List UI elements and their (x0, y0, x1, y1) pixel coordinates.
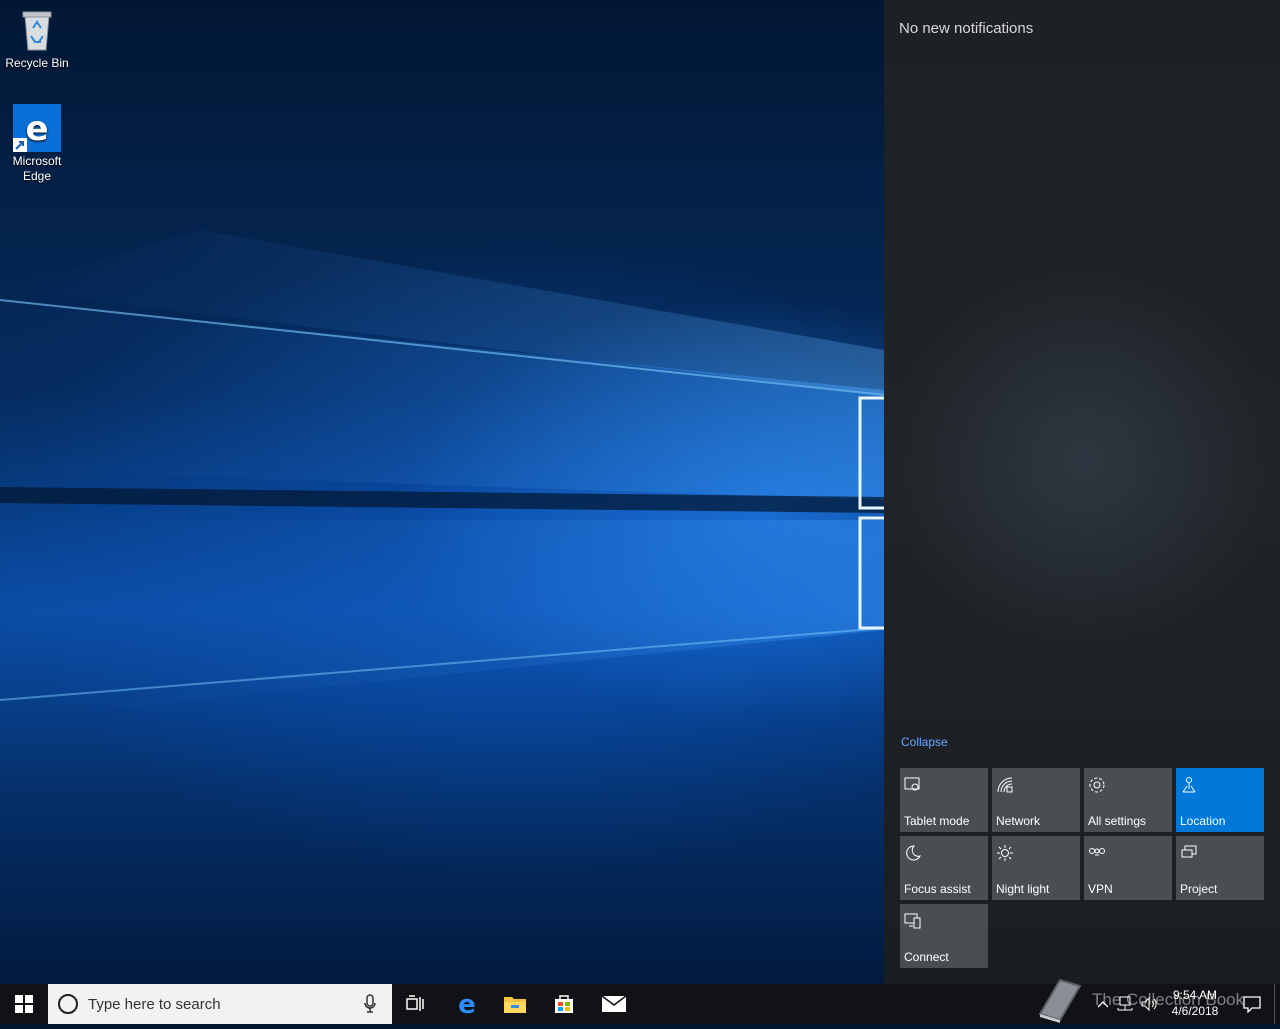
quick-action-label: Focus assist (904, 882, 971, 896)
task-view-button[interactable] (392, 984, 440, 1024)
svg-text:e: e (458, 992, 476, 1016)
quick-action-tablet-mode[interactable]: Tablet mode (900, 768, 988, 832)
start-button[interactable] (0, 984, 48, 1024)
quick-action-label: VPN (1088, 882, 1113, 896)
quick-action-connect[interactable]: Connect (900, 904, 988, 968)
notifications-icon (1243, 996, 1261, 1013)
svg-text:e: e (25, 109, 48, 149)
settings-gear-icon (1089, 777, 1105, 793)
action-center-button[interactable] (1232, 984, 1272, 1024)
desktop-icon-label: Recycle Bin (5, 56, 69, 70)
show-desktop-button[interactable] (1274, 984, 1280, 1024)
taskbar-clock[interactable]: 9:54 AM 4/6/2018 (1160, 987, 1230, 1019)
file-explorer-icon (504, 997, 526, 1013)
project-icon (1181, 845, 1197, 858)
search-placeholder: Type here to search (88, 996, 221, 1013)
network-icon (997, 777, 1013, 793)
recycle-bin-icon (13, 6, 61, 54)
quick-action-label: Location (1180, 814, 1226, 828)
quick-action-project[interactable]: Project (1176, 836, 1264, 900)
quick-action-label: All settings (1088, 814, 1147, 828)
tray-volume-button[interactable] (1138, 984, 1162, 1024)
quick-action-label: Tablet mode (904, 814, 970, 828)
quick-action-location[interactable]: Location (1176, 768, 1264, 832)
windows-logo-icon (15, 995, 33, 1013)
collapse-link[interactable]: Collapse (901, 735, 948, 749)
quick-action-label: Night light (996, 882, 1050, 896)
vpn-icon (1089, 848, 1105, 856)
sun-icon (997, 845, 1013, 861)
quick-action-label: Network (996, 814, 1041, 828)
cortana-icon (58, 994, 78, 1014)
taskbar-edge-button[interactable]: e (443, 984, 491, 1024)
network-wired-icon (1117, 996, 1133, 1011)
quick-action-vpn[interactable]: VPN (1084, 836, 1172, 900)
location-icon (1182, 777, 1196, 793)
desktop-icon-recycle-bin[interactable]: Recycle Bin (2, 6, 72, 71)
desktop-icon-label: Microsoft Edge (12, 154, 62, 183)
connect-icon (904, 913, 921, 929)
quick-action-network[interactable]: Network (992, 768, 1080, 832)
edge-icon: e (458, 992, 476, 1016)
quick-action-all-settings[interactable]: All settings (1084, 768, 1172, 832)
no-notifications-text: No new notifications (899, 20, 1034, 37)
action-center-panel: No new notifications Collapse Tablet mod… (884, 0, 1280, 984)
moon-icon (906, 845, 921, 861)
taskbar: Type here to search e The Collection Boo… (0, 978, 1280, 1024)
speaker-icon (1141, 996, 1157, 1012)
tray-network-button[interactable] (1114, 984, 1136, 1024)
tablet-mode-icon (904, 777, 920, 791)
quick-action-focus-assist[interactable]: Focus assist (900, 836, 988, 900)
edge-icon: e (13, 104, 61, 152)
taskbar-mail-button[interactable] (590, 984, 638, 1024)
store-icon (555, 995, 573, 1013)
chevron-up-icon (1097, 1001, 1109, 1008)
watermark-book-logo (1030, 974, 1086, 1029)
quick-action-label: Project (1180, 882, 1218, 896)
mail-icon (601, 995, 627, 1012)
tray-overflow-button[interactable] (1094, 984, 1112, 1024)
desktop-icon-edge[interactable]: e Microsoft Edge (2, 104, 72, 184)
clock-time: 9:54 AM (1172, 988, 1218, 1002)
microphone-icon[interactable] (364, 994, 376, 1014)
quick-action-label: Connect (904, 950, 949, 964)
clock-date: 4/6/2018 (1171, 1004, 1219, 1018)
taskbar-store-button[interactable] (540, 984, 588, 1024)
taskbar-file-explorer-button[interactable] (491, 984, 539, 1024)
quick-action-night-light[interactable]: Night light (992, 836, 1080, 900)
task-view-icon (406, 995, 424, 1011)
taskbar-search-box[interactable]: Type here to search (48, 984, 392, 1024)
